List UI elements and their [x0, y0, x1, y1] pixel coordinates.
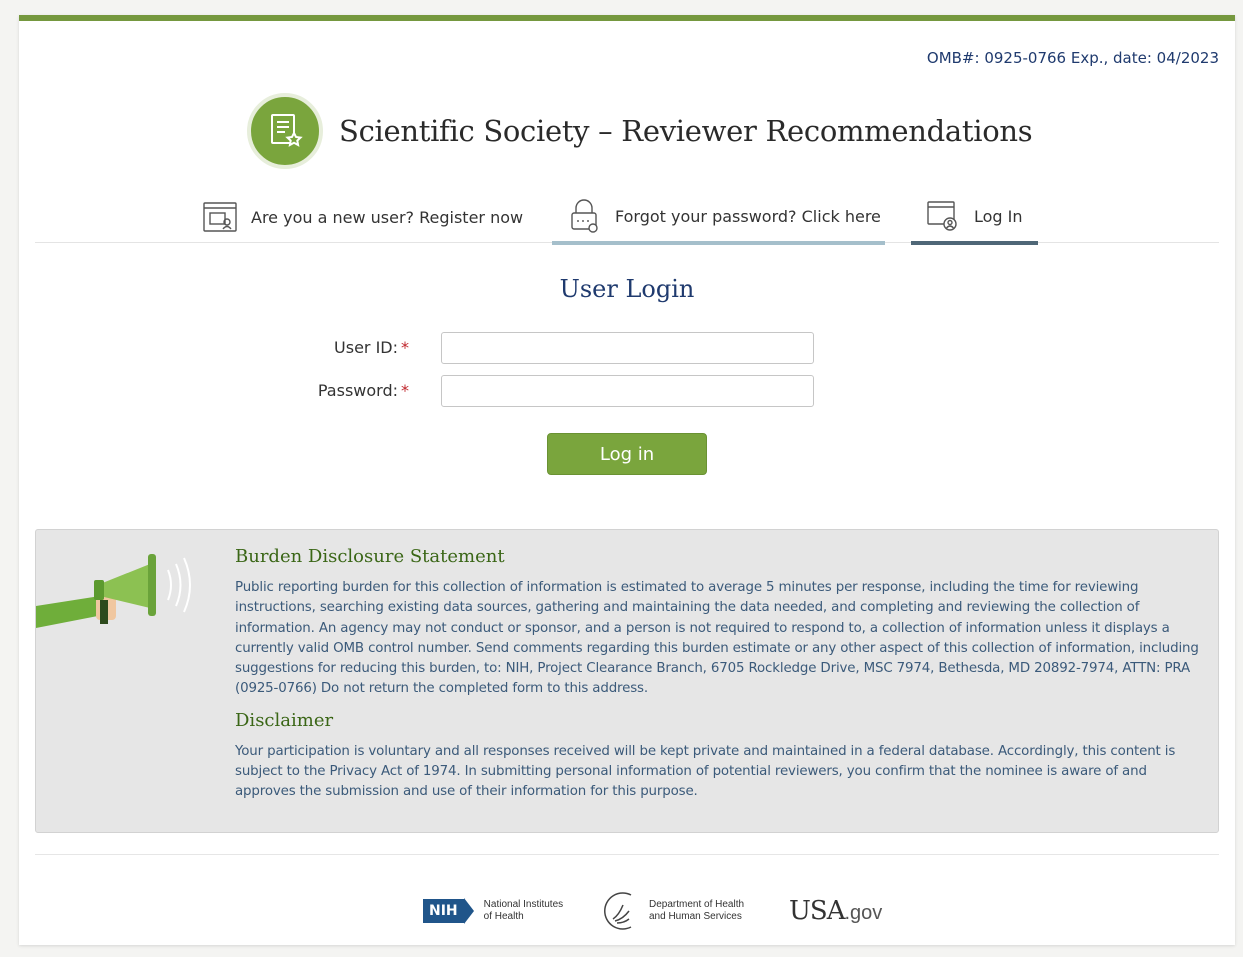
- nav-tabs: Are you a new user? Register now Forgot …: [35, 191, 1219, 245]
- hhs-eagle-icon: [604, 892, 632, 930]
- required-mark: *: [401, 381, 409, 400]
- padlock-icon: [567, 199, 601, 233]
- tab-register[interactable]: Are you a new user? Register now: [203, 191, 523, 243]
- password-input[interactable]: [441, 375, 814, 407]
- tab-register-label: Are you a new user? Register now: [251, 207, 524, 227]
- tab-login[interactable]: Log In: [911, 191, 1038, 245]
- disclaimer-title: Disclaimer: [235, 709, 334, 731]
- hhs-logo[interactable]: Department of Health and Human Services: [601, 887, 744, 935]
- nih-badge: NIH: [423, 899, 464, 923]
- usa-gov-logo[interactable]: USA.gov: [789, 887, 882, 935]
- login-button[interactable]: Log in: [547, 433, 707, 475]
- login-heading: User Login: [559, 275, 695, 303]
- user-id-input[interactable]: [441, 332, 814, 364]
- page: OMB#: 0925-0766 Exp., date: 04/2023 Scie…: [19, 15, 1235, 945]
- megaphone-icon: [36, 544, 206, 644]
- burden-title: Burden Disclosure Statement: [235, 546, 505, 567]
- footer-divider: [35, 854, 1219, 855]
- nih-arrow-icon: [463, 898, 474, 924]
- register-window-icon: [203, 200, 237, 234]
- brand-header: Scientific Society – Reviewer Recommenda…: [247, 93, 1033, 169]
- required-mark: *: [401, 338, 409, 357]
- user-id-row: User ID: *: [19, 332, 1235, 364]
- nih-text: National Institutes of Health: [483, 899, 564, 922]
- omb-number: OMB#: 0925-0766 Exp., date: 04/2023: [926, 49, 1219, 67]
- hhs-text: Department of Health and Human Services: [649, 899, 745, 922]
- usa-gov-text: USA.gov: [789, 896, 883, 926]
- disclosure-panel: Burden Disclosure Statement Public repor…: [35, 529, 1219, 833]
- password-label: Password: *: [317, 381, 409, 400]
- burden-text: Public reporting burden for this collect…: [235, 580, 1199, 697]
- tab-forgot-label: Forgot your password? Click here: [615, 206, 881, 226]
- footer: NIH National Institutes of Health Depart…: [19, 887, 1235, 935]
- site-title: Scientific Society – Reviewer Recommenda…: [339, 114, 1033, 148]
- tab-forgot-password[interactable]: Forgot your password? Click here: [552, 191, 885, 245]
- disclosure-content: Burden Disclosure Statement Public repor…: [235, 546, 1200, 803]
- user-window-icon: [926, 199, 960, 233]
- user-id-label: User ID: *: [334, 338, 409, 357]
- password-row: Password: *: [19, 375, 1235, 407]
- tab-login-label: Log In: [974, 206, 1023, 226]
- nih-logo[interactable]: NIH National Institutes of Health: [423, 887, 563, 935]
- document-star-icon: [247, 93, 323, 169]
- disclaimer-text: Your participation is voluntary and all …: [235, 743, 1176, 800]
